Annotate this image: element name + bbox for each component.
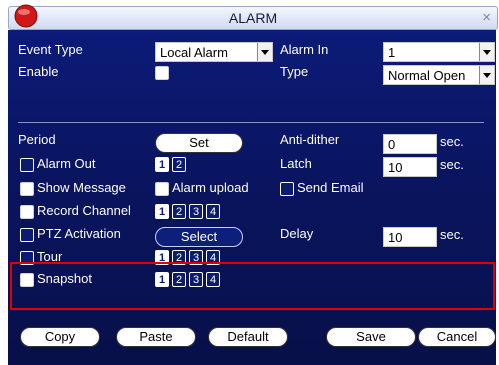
event-type-value: Local Alarm (160, 45, 228, 60)
type-value: Normal Open (388, 68, 466, 83)
show-message-checkbox[interactable] (20, 182, 34, 196)
enable-checkbox[interactable] (155, 66, 169, 80)
enable-label: Enable (18, 64, 59, 79)
default-button[interactable]: Default (208, 327, 288, 347)
show-message-label: Show Message (37, 180, 126, 195)
copy-button[interactable]: Copy (20, 327, 100, 347)
latch-label: Latch (280, 156, 312, 171)
alarm-upload-checkbox[interactable] (155, 182, 169, 196)
record-channel-3[interactable]: 3 (189, 204, 203, 219)
type-label: Type (280, 64, 309, 79)
ptz-activation-label: PTZ Activation (37, 226, 121, 241)
send-email-checkbox[interactable] (280, 182, 294, 196)
alarm-upload-label: Alarm upload (172, 180, 249, 195)
latch-unit: sec. (440, 157, 464, 172)
close-icon[interactable]: × (482, 9, 491, 26)
ptz-activation-checkbox[interactable] (20, 228, 34, 242)
alarm-in-value: 1 (388, 45, 396, 60)
record-channel-checkbox[interactable] (20, 205, 34, 219)
ptz-select-button[interactable]: Select (155, 227, 243, 247)
latch-input[interactable]: 10 (383, 157, 437, 177)
record-channel-2[interactable]: 2 (172, 204, 186, 219)
snapshot-highlight-box (10, 262, 495, 310)
alarm-out-checkbox[interactable] (20, 158, 34, 172)
anti-dither-unit: sec. (440, 134, 464, 149)
alarm-in-label: Alarm In (280, 42, 329, 57)
alarm-window: ALARM × Event Type Local Alarm Alarm In … (0, 0, 499, 365)
record-channel-1[interactable]: 1 (155, 204, 169, 219)
alarm-in-select[interactable]: 1 (383, 42, 495, 62)
record-channel-4[interactable]: 4 (206, 204, 220, 219)
period-set-button[interactable]: Set (155, 133, 243, 153)
window-title: ALARM (228, 10, 278, 26)
title-bar: ALARM × (8, 4, 498, 30)
delay-input[interactable]: 10 (383, 227, 437, 247)
alarm-panel: Event Type Local Alarm Alarm In 1 Enable… (8, 30, 496, 365)
event-type-select[interactable]: Local Alarm (155, 42, 273, 62)
alarm-out-label: Alarm Out (37, 156, 96, 171)
chevron-down-icon (479, 66, 494, 84)
event-type-label: Event Type (18, 42, 83, 57)
delay-label: Delay (280, 226, 314, 241)
delay-unit: sec. (440, 227, 464, 242)
alarm-out-channel-2[interactable]: 2 (172, 157, 186, 172)
alarm-out-channel-1[interactable]: 1 (155, 157, 169, 172)
separator (18, 122, 484, 123)
period-label: Period (18, 132, 56, 147)
paste-button[interactable]: Paste (116, 327, 196, 347)
type-select[interactable]: Normal Open (383, 65, 495, 85)
chevron-down-icon (479, 43, 494, 61)
chevron-down-icon (257, 43, 272, 61)
save-button[interactable]: Save (326, 327, 416, 347)
record-channel-label: Record Channel (37, 203, 131, 218)
anti-dither-input[interactable]: 0 (383, 134, 437, 154)
anti-dither-label: Anti-dither (280, 132, 340, 147)
send-email-label: Send Email (297, 180, 364, 195)
cancel-button[interactable]: Cancel (418, 327, 496, 347)
